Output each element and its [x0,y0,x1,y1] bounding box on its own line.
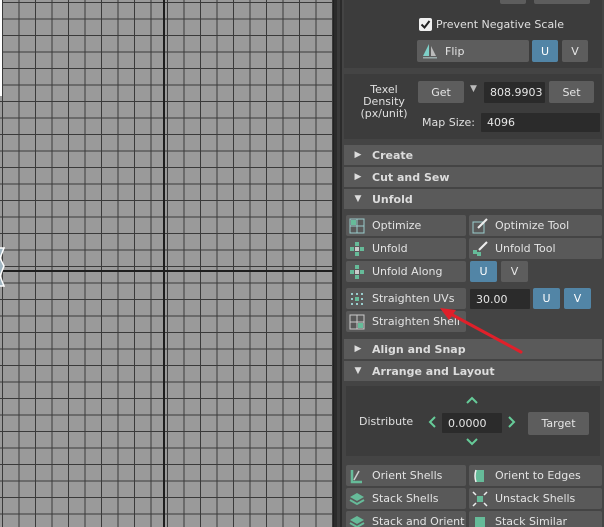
hidden-field-1[interactable] [500,0,526,4]
u-axis-line [0,270,333,272]
stack-and-orient-button[interactable]: Stack and Orient [346,511,466,527]
texel-get-button[interactable]: Get [418,81,464,103]
section-cut-and-sew[interactable]: ▶ Cut and Sew [344,167,602,187]
orient-to-edges-button[interactable]: Orient to Edges [469,465,602,486]
straighten-shell-icon [349,314,365,329]
unfold-along-v-button[interactable]: V [501,261,528,282]
texel-density-label: Texel Density (px/unit) [354,84,414,120]
straighten-uvs-label: Straighten UVs [372,292,455,305]
straighten-u-button[interactable]: U [533,288,560,309]
uv-editor-viewport[interactable] [0,0,333,527]
prevent-negative-scale-label: Prevent Negative Scale [436,18,565,31]
orient-shells-label: Orient Shells [372,469,443,482]
unfold-tool-button[interactable]: Unfold Tool [469,238,602,259]
prevent-negative-scale-checkbox[interactable] [419,18,432,31]
stack-similar-label: Stack Similar [495,515,568,527]
straighten-shell-button[interactable]: Straighten Shell [346,311,466,332]
distribute-down-arrow-icon[interactable] [466,438,478,446]
distribute-right-arrow-icon[interactable] [508,416,516,428]
flip-button[interactable]: Flip [417,40,529,62]
optimize-label: Optimize [372,219,422,232]
checkmark-icon [420,20,431,30]
straighten-angle-field[interactable]: 30.00 [470,289,530,309]
section-align-and-snap-label: Align and Snap [372,342,466,356]
v-axis-line [163,0,165,527]
section-arrange-and-layout[interactable]: ▼ Arrange and Layout [344,361,602,381]
panel-splitter[interactable] [333,0,342,527]
unstack-shells-label: Unstack Shells [495,492,576,505]
straighten-shell-label: Straighten Shell [372,315,460,328]
stack-and-orient-icon [349,515,365,527]
section-create[interactable]: ▶ Create [344,145,602,165]
unfold-along-u-button[interactable]: U [470,261,497,282]
collapsed-arrow-icon: ▶ [354,172,362,182]
orient-to-edges-label: Orient to Edges [495,469,581,482]
section-arrange-and-layout-label: Arrange and Layout [372,364,495,378]
unstack-shells-icon [472,490,488,507]
texel-set-button[interactable]: Set [549,81,594,103]
stack-similar-button[interactable]: Stack Similar [469,511,602,527]
flip-label: Flip [445,44,465,58]
optimize-button[interactable]: Optimize [346,215,466,236]
unstack-shells-button[interactable]: Unstack Shells [469,488,602,509]
unfold-along-label: Unfold Along [372,265,443,278]
orient-shells-icon [350,469,362,483]
unfold-along-button[interactable]: Unfold Along [346,261,466,282]
texel-label-line3: (px/unit) [360,107,408,120]
unfold-tool-label: Unfold Tool [495,242,556,255]
unfold-along-icon [350,264,364,279]
flip-icon [423,44,437,59]
flip-u-button[interactable]: U [532,40,558,62]
collapsed-arrow-icon: ▶ [354,150,362,160]
distribute-up-arrow-icon[interactable] [466,396,478,404]
section-cut-and-sew-label: Cut and Sew [372,170,450,184]
distribute-value-field[interactable]: 0.0000 [442,413,502,433]
unfold-tool-icon [473,240,488,256]
expanded-arrow-icon: ▼ [354,194,362,204]
flip-v-button[interactable]: V [562,40,588,62]
unfold-button[interactable]: Unfold [346,238,466,259]
section-create-label: Create [372,148,414,162]
unfold-icon [350,241,364,256]
optimize-tool-icon [472,217,488,233]
distribute-label: Distribute [359,415,414,428]
optimize-icon [349,218,365,233]
optimize-tool-button[interactable]: Optimize Tool [469,215,602,236]
collapsed-arrow-icon: ▶ [354,344,362,354]
distribute-left-arrow-icon[interactable] [428,416,436,428]
uv-shell-fragment[interactable] [0,246,12,288]
expanded-arrow-icon: ▼ [354,366,362,376]
map-size-field[interactable]: 4096 [481,113,600,132]
straighten-v-button[interactable]: V [564,288,591,309]
get-options-dropdown-icon[interactable]: ▼ [470,84,477,94]
stack-and-orient-label: Stack and Orient [372,515,465,527]
optimize-tool-label: Optimize Tool [495,219,570,232]
orient-shells-button[interactable]: Orient Shells [346,465,466,486]
section-align-and-snap[interactable]: ▶ Align and Snap [344,339,602,359]
map-size-label: Map Size: [422,116,475,129]
uv-toolkit-panel: Prevent Negative Scale Flip U V Texel De… [342,0,604,527]
distribute-target-button[interactable]: Target [528,412,589,435]
straighten-uvs-button[interactable]: Straighten UVs [346,288,466,309]
stack-similar-icon [475,516,485,527]
stack-shells-label: Stack Shells [372,492,439,505]
section-unfold-label: Unfold [372,192,413,206]
hidden-field-2[interactable] [534,0,590,4]
texel-density-value-field[interactable]: 808.9903 [484,82,545,103]
straighten-uvs-icon [351,292,363,305]
uv-shell-edge[interactable] [0,0,2,96]
orient-to-edges-icon [474,469,484,482]
stack-shells-icon [349,492,365,505]
section-unfold[interactable]: ▼ Unfold [344,189,602,209]
stack-shells-button[interactable]: Stack Shells [346,488,466,509]
unfold-label: Unfold [372,242,408,255]
